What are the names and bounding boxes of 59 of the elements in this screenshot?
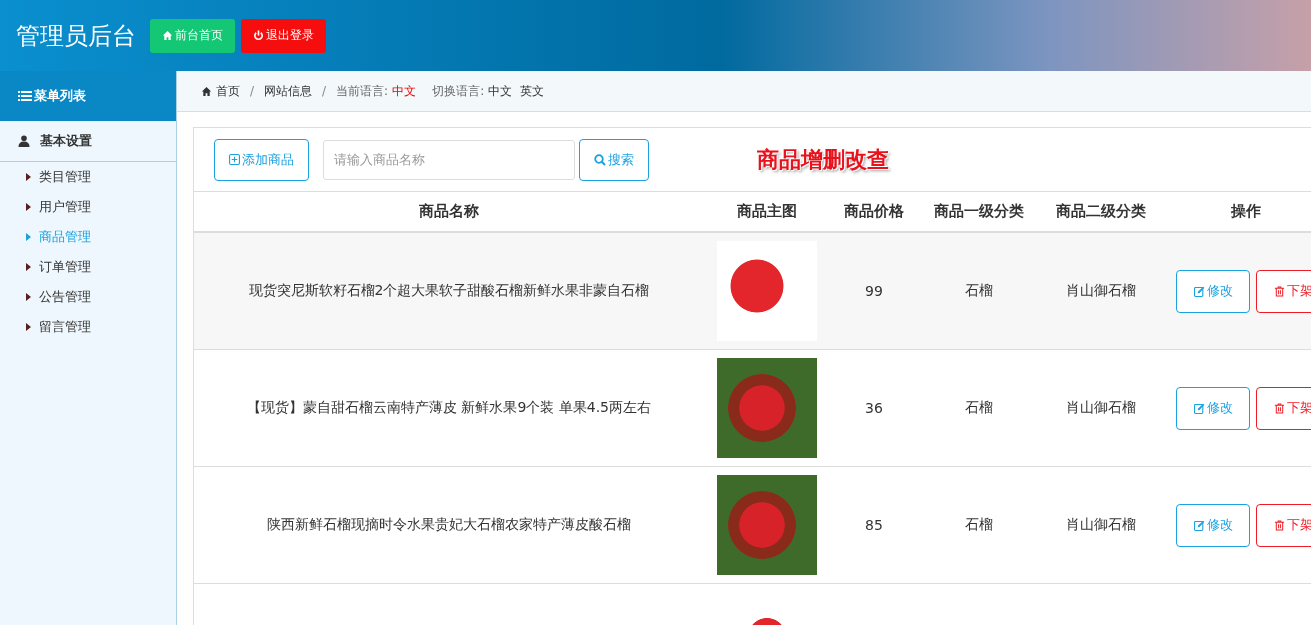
language-link[interactable]: 英文 xyxy=(520,82,545,100)
sidebar-item[interactable]: 订单管理 xyxy=(0,252,176,282)
trash-icon xyxy=(1273,519,1285,531)
category-cell: 石榴 xyxy=(965,399,993,415)
logout-button[interactable]: 退出登录 xyxy=(241,18,326,53)
home-icon xyxy=(201,85,212,97)
edit-button[interactable]: 修改 xyxy=(1176,503,1250,547)
edit-button[interactable]: 修改 xyxy=(1176,269,1250,313)
search-field[interactable]: 请输入商品名称 xyxy=(323,139,575,180)
product-price: 85 xyxy=(865,517,883,533)
home-icon xyxy=(162,30,173,41)
add-product-button[interactable]: 添加商品 xyxy=(214,138,309,181)
product-name: 【现货】蒙自甜石榴云南特产薄皮 新鲜水果9个装 单果4.5两左右 xyxy=(246,399,652,415)
category-cell: 石榴 xyxy=(965,282,993,298)
product-price: 36 xyxy=(865,400,883,416)
group-label: 基本设置 xyxy=(40,132,92,150)
subcategory-cell: 肖山御石榴 xyxy=(1066,516,1136,532)
edit-icon xyxy=(1193,285,1205,297)
sidebar-item[interactable]: 公告管理 xyxy=(0,282,176,312)
app-title: 管理员后台 xyxy=(16,20,136,52)
caret-icon xyxy=(26,173,31,181)
caret-icon xyxy=(26,233,31,241)
switch-language-label: 切换语言: xyxy=(432,82,485,100)
sidebar-item[interactable]: 留言管理 xyxy=(0,312,176,342)
current-language: 中文 xyxy=(392,82,417,100)
breadcrumb-separator: / xyxy=(322,84,327,98)
caret-icon xyxy=(26,293,31,301)
sidebar-title: 菜单列表 xyxy=(34,87,86,105)
caret-icon xyxy=(26,263,31,271)
caret-icon xyxy=(26,323,31,331)
language-link[interactable]: 中文 xyxy=(488,82,513,100)
product-price: 99 xyxy=(865,283,883,299)
home-button[interactable]: 前台首页 xyxy=(150,18,235,53)
sidebar-item[interactable]: 商品管理 xyxy=(0,222,176,252)
page-heading: 商品增删改查 xyxy=(757,145,889,174)
edit-button[interactable]: 修改 xyxy=(1176,386,1250,430)
user-icon xyxy=(18,135,30,147)
trash-icon xyxy=(1273,402,1285,414)
product-name: 现货突尼斯软籽石榴2个超大果软子甜酸石榴新鲜水果非蒙自石榴 xyxy=(248,282,650,298)
subcategory-cell: 肖山御石榴 xyxy=(1066,282,1136,298)
edit-icon xyxy=(1193,519,1205,531)
subcategory-cell: 肖山御石榴 xyxy=(1066,399,1136,415)
sidebar-group[interactable]: 基本设置 xyxy=(0,121,176,162)
caret-icon xyxy=(26,203,31,211)
edit-icon xyxy=(1193,402,1205,414)
plus-square-icon xyxy=(229,154,240,165)
sidebar-item[interactable]: 类目管理 xyxy=(0,162,176,192)
product-name: 陕西新鲜石榴现摘时令水果贵妃大石榴农家特产薄皮酸石榴 xyxy=(267,516,631,532)
category-cell: 石榴 xyxy=(965,516,993,532)
language-label: 当前语言: xyxy=(336,82,389,100)
search-button[interactable]: 搜索 xyxy=(579,138,649,181)
sidebar-item[interactable]: 用户管理 xyxy=(0,192,176,222)
power-icon xyxy=(253,30,264,41)
breadcrumb-separator: / xyxy=(250,84,255,98)
breadcrumb-link[interactable]: 网站信息 xyxy=(264,82,313,100)
trash-icon xyxy=(1273,285,1285,297)
search-icon xyxy=(594,153,606,166)
breadcrumb-link[interactable]: 首页 xyxy=(216,82,240,100)
list-icon xyxy=(18,90,32,102)
